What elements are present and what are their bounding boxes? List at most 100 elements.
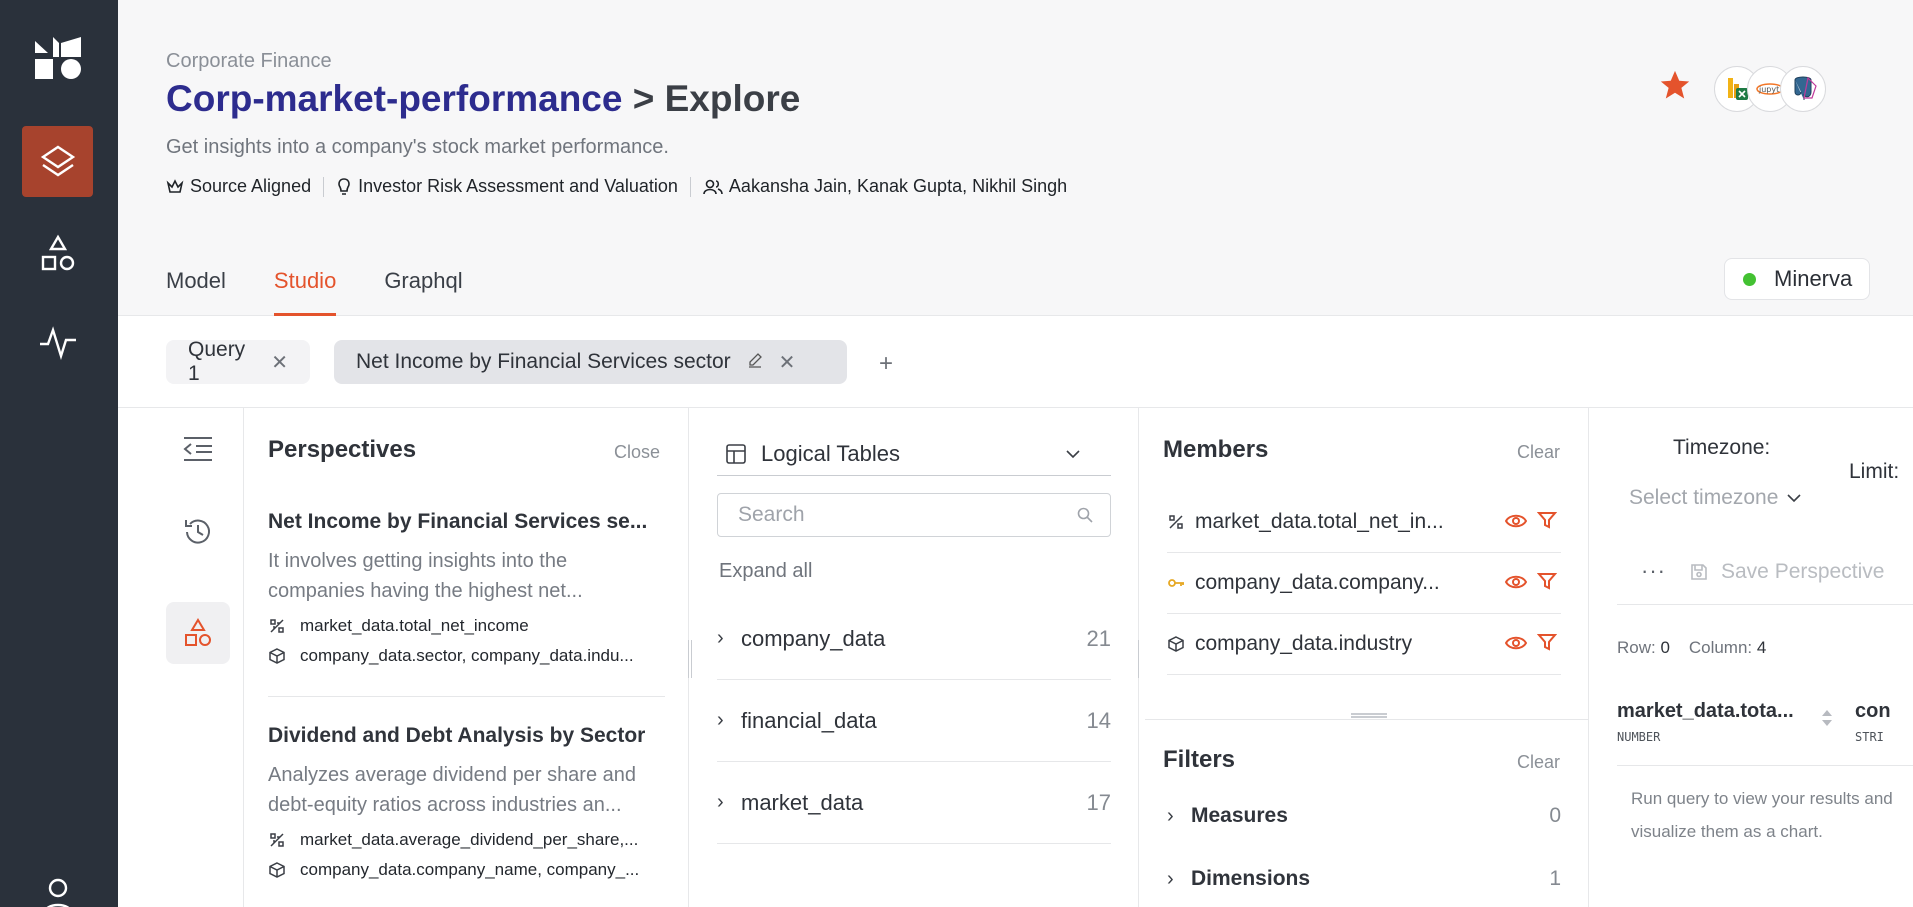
shapes-icon <box>41 234 74 270</box>
split-drag-handle[interactable] <box>1351 713 1387 718</box>
member-row[interactable]: company_data.company... <box>1167 553 1561 614</box>
filter-icon[interactable] <box>1537 632 1557 652</box>
lightbulb-icon <box>338 177 350 195</box>
breadcrumb[interactable]: Corporate Finance <box>166 50 332 73</box>
result-column-type: STRI <box>1855 730 1884 744</box>
table-row[interactable]: › company_data 21 <box>717 598 1111 680</box>
rail-shapes[interactable] <box>22 218 93 289</box>
measures-text: market_data.total_net_income <box>300 616 529 635</box>
eye-icon[interactable] <box>1505 571 1527 593</box>
history-icon[interactable] <box>166 501 230 563</box>
member-actions <box>1495 571 1557 593</box>
row-column-count: Row: 0 Column: 4 <box>1617 638 1766 658</box>
perspectives-icon[interactable] <box>166 602 230 664</box>
result-column-header[interactable]: market_data.tota... <box>1617 700 1794 723</box>
panel-resize-handle[interactable] <box>688 640 692 678</box>
close-icon[interactable]: ✕ <box>779 350 796 375</box>
filter-icon[interactable] <box>1537 571 1557 591</box>
perspective-title: Dividend and Debt Analysis by Sector <box>268 724 646 747</box>
logo-icon <box>34 36 81 79</box>
dimension-icon <box>269 862 285 878</box>
save-perspective-button[interactable]: Save Perspective <box>1689 560 1884 584</box>
product-name[interactable]: Corp-market-performance <box>166 78 622 119</box>
owners-label: Aakansha Jain, Kanak Gupta, Nikhil Singh <box>728 176 1068 196</box>
product-header: Corporate Finance Corp-market-performanc… <box>118 0 1913 316</box>
title-separator: > <box>632 78 655 119</box>
eye-icon[interactable] <box>1505 632 1527 654</box>
perspective-title: Net Income by Financial Services se... <box>268 510 648 533</box>
logical-tables-panel: Logical Tables Search Expand all › compa… <box>689 408 1139 907</box>
member-row[interactable]: company_data.industry <box>1167 614 1561 675</box>
query-tab-active[interactable]: Net Income by Financial Services sector … <box>334 340 847 384</box>
meta-use-case: Investor Risk Assessment and Valuation <box>336 176 678 197</box>
sort-icon[interactable] <box>1821 708 1833 728</box>
column-value: 4 <box>1756 638 1767 657</box>
rail-data-products[interactable] <box>22 126 93 197</box>
result-column-type: NUMBER <box>1617 730 1661 744</box>
rail-profile[interactable] <box>22 860 93 907</box>
member-row[interactable]: market_data.total_net_in... <box>1167 492 1561 553</box>
perspective-dimensions: company_data.sector, company_data.indu..… <box>268 646 665 666</box>
app-logo[interactable] <box>22 22 93 93</box>
layers-icon <box>40 145 75 176</box>
section-name: Explore <box>664 78 801 119</box>
perspectives-title: Perspectives <box>268 436 417 463</box>
filter-group-label: Dimensions <box>1191 867 1311 890</box>
row-label: Row: <box>1617 638 1656 657</box>
perspective-card[interactable]: Dividend and Debt Analysis by Sector Ana… <box>268 724 665 880</box>
crown-icon <box>166 178 184 193</box>
product-description: Get insights into a company's stock mark… <box>166 136 669 158</box>
filters-title: Filters <box>1163 746 1236 773</box>
filter-group-count: 0 <box>1549 804 1561 827</box>
filter-group-count: 1 <box>1549 867 1561 890</box>
meta-divider <box>323 176 325 197</box>
row-value: 0 <box>1660 638 1670 657</box>
favorite-star-icon[interactable] <box>1658 68 1692 107</box>
cluster-selector[interactable]: Minerva <box>1724 258 1870 300</box>
tab-model[interactable]: Model <box>166 266 226 316</box>
table-row[interactable]: › financial_data 14 <box>717 680 1111 762</box>
perspectives-panel: Perspectives Close Net Income by Financi… <box>244 408 689 907</box>
query-tab-label: Query 1 <box>188 338 246 385</box>
use-case-label: Investor Risk Assessment and Valuation <box>358 176 678 196</box>
logical-tables-dropdown[interactable]: Logical Tables <box>717 432 1111 476</box>
filter-group-label: Measures <box>1191 804 1288 827</box>
perspective-description: It involves getting insights into the co… <box>268 550 583 602</box>
add-query-icon[interactable]: + <box>879 350 893 378</box>
filter-group-measures[interactable]: › Measures 0 <box>1167 804 1561 828</box>
perspective-card[interactable]: Net Income by Financial Services se... I… <box>268 510 665 666</box>
member-label: company_data.industry <box>1195 632 1413 655</box>
edit-icon[interactable] <box>747 350 763 374</box>
clear-filters-button[interactable]: Clear <box>1517 752 1560 773</box>
clear-members-button[interactable]: Clear <box>1517 442 1560 463</box>
logical-tables-label: Logical Tables <box>761 440 901 466</box>
postgres-icon[interactable] <box>1780 66 1826 112</box>
close-icon[interactable]: ✕ <box>271 350 288 375</box>
table-name: financial_data <box>741 707 877 733</box>
chevron-down-icon <box>1066 450 1080 459</box>
rail-activity[interactable] <box>22 306 93 377</box>
chevron-right-icon: › <box>1167 867 1174 890</box>
tab-graphql[interactable]: Graphql <box>384 266 462 316</box>
more-options-icon[interactable]: ··· <box>1641 558 1666 584</box>
query-tab[interactable]: Query 1 ✕ <box>166 338 310 385</box>
studio-side-icons <box>118 408 244 907</box>
close-button[interactable]: Close <box>614 442 660 463</box>
eye-icon[interactable] <box>1505 510 1527 532</box>
filter-group-dimensions[interactable]: › Dimensions 1 <box>1167 867 1561 891</box>
product-meta: Source Aligned Investor Risk Assessment … <box>166 176 1067 197</box>
column-label: Column: <box>1688 638 1753 657</box>
tab-studio[interactable]: Studio <box>273 266 337 316</box>
table-count: 14 <box>1086 707 1111 733</box>
collapse-panel-icon[interactable] <box>166 418 230 480</box>
member-actions <box>1495 632 1557 654</box>
measure-icon <box>1169 515 1183 529</box>
result-column-header[interactable]: con <box>1855 700 1891 723</box>
table-name: market_data <box>741 789 864 815</box>
table-row[interactable]: › market_data 17 <box>717 762 1111 844</box>
expand-all-link[interactable]: Expand all <box>719 560 812 583</box>
search-input[interactable]: Search <box>717 493 1111 537</box>
filter-icon[interactable] <box>1537 510 1557 530</box>
dimensions-text: company_data.company_name, company_... <box>300 860 640 879</box>
timezone-select[interactable]: Select timezone <box>1629 486 1802 510</box>
